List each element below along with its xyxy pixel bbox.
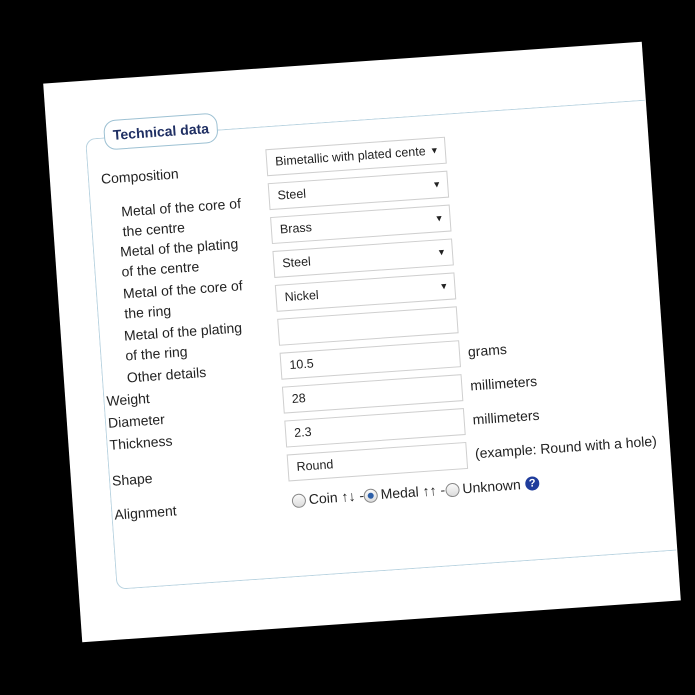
composition-select[interactable]: Bimetallic with plated center and ▼ <box>265 136 447 177</box>
alignment-coin-radio[interactable] <box>291 493 307 509</box>
thickness-input[interactable]: 2.3 <box>284 408 466 448</box>
chevron-down-icon: ▼ <box>431 179 442 190</box>
plating-centre-value: Brass <box>279 220 313 237</box>
core-centre-value: Steel <box>277 186 307 203</box>
composition-value: Bimetallic with plated center and <box>274 142 426 169</box>
chevron-down-icon: ▼ <box>429 145 440 156</box>
form-page: Technical data Composition Metal of the … <box>43 41 681 643</box>
diameter-input[interactable]: 28 <box>281 374 464 414</box>
weight-unit: grams <box>467 340 508 360</box>
fieldset-legend: Technical data <box>102 112 219 151</box>
thickness-value: 2.3 <box>293 424 313 440</box>
chevron-down-icon: ▼ <box>436 246 447 258</box>
diameter-unit: millimeters <box>469 372 538 394</box>
shape-hint: (example: Round with a hole) <box>474 432 658 462</box>
shape-value: Round <box>296 457 334 474</box>
diameter-value: 28 <box>291 391 307 407</box>
chevron-down-icon: ▼ <box>434 213 444 224</box>
plating-ring-select[interactable]: Nickel ▼ <box>274 272 457 312</box>
weight-label: Weight <box>105 389 151 409</box>
core-ring-label-line2: the ring <box>123 302 172 322</box>
technical-data-fieldset: Technical data Composition Metal of the … <box>85 99 677 590</box>
core-ring-value: Steel <box>281 254 312 271</box>
plating-ring-value: Nickel <box>284 287 320 305</box>
plating-centre-label-line2: of the centre <box>120 258 200 280</box>
alignment-medal-label[interactable]: Medal ↑↑ - <box>380 480 446 504</box>
weight-value: 10.5 <box>288 356 315 373</box>
plating-centre-select[interactable]: Brass ▼ <box>270 204 452 245</box>
composition-label: Composition <box>100 165 180 187</box>
alignment-unknown-radio[interactable] <box>445 482 461 498</box>
thickness-label: Thickness <box>109 432 173 453</box>
thickness-unit: millimeters <box>472 406 540 428</box>
alignment-medal-radio[interactable] <box>363 488 379 504</box>
alignment-label: Alignment <box>113 502 178 523</box>
shape-input[interactable]: Round <box>286 441 469 482</box>
weight-input[interactable]: 10.5 <box>279 340 461 380</box>
core-ring-select[interactable]: Steel ▼ <box>272 238 454 278</box>
core-centre-select[interactable]: Steel ▼ <box>267 170 450 211</box>
other-details-label: Other details <box>126 363 207 386</box>
diameter-label: Diameter <box>107 410 166 431</box>
shape-label: Shape <box>111 469 154 489</box>
plating-ring-label-line2: of the ring <box>124 343 189 364</box>
alignment-unknown-label[interactable]: Unknown <box>462 474 522 498</box>
alignment-coin-label[interactable]: Coin ↑↓ - <box>308 485 364 509</box>
chevron-down-icon: ▼ <box>439 280 449 292</box>
other-details-input[interactable] <box>277 306 459 346</box>
help-icon[interactable]: ? <box>524 475 540 491</box>
